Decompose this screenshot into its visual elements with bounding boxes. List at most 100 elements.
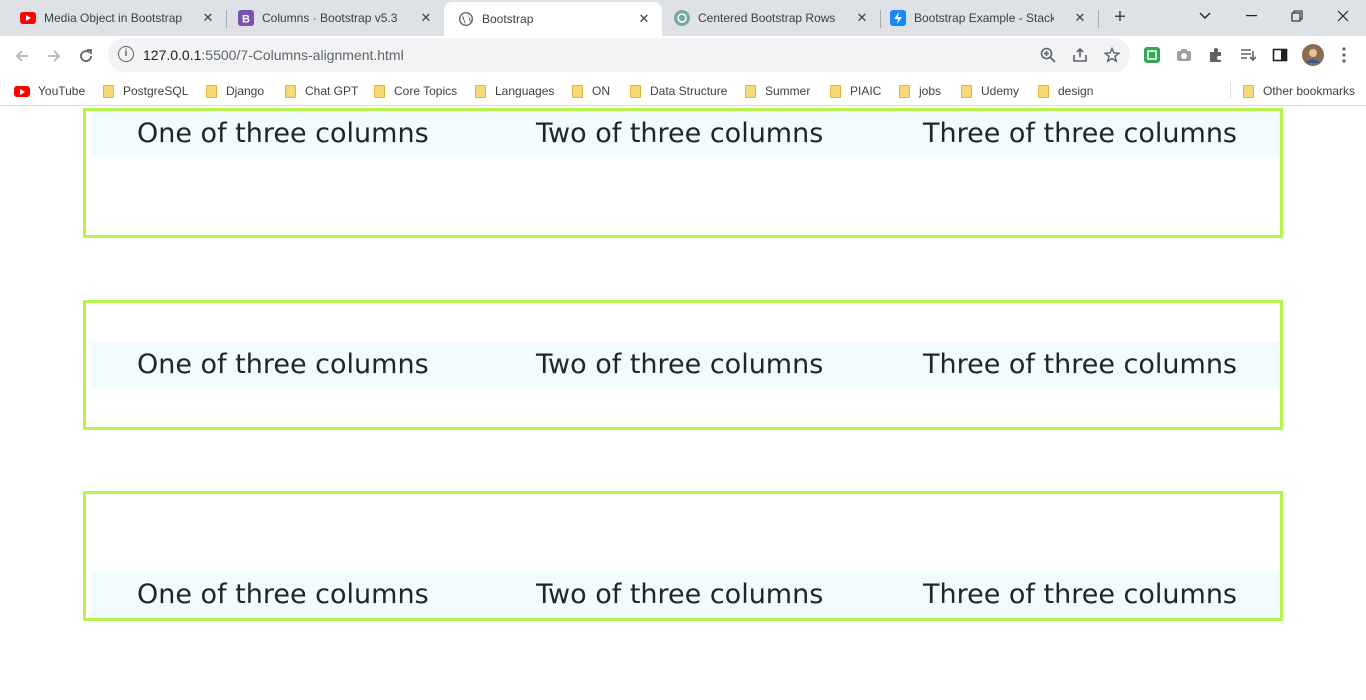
camera-icon[interactable]	[1174, 45, 1194, 65]
tab-bootstrap-columns[interactable]: B Columns · Bootstrap v5.3 ✕	[218, 0, 444, 36]
bookmark-label: Core Topics	[394, 84, 458, 98]
address-bar[interactable]: i 127.0.0.1:5500/7-Columns-alignment.htm…	[108, 38, 1130, 72]
bookmark-jobs[interactable]: jobs	[896, 82, 941, 100]
tab-media-object[interactable]: Media Object in Bootstrap (H ✕	[0, 0, 226, 36]
folder-icon	[285, 84, 296, 98]
column-one: One of three columns	[137, 349, 429, 380]
folder-icon	[206, 84, 217, 98]
column-one: One of three columns	[137, 579, 429, 610]
extensions-puzzle-icon[interactable]	[1206, 45, 1226, 65]
folder-icon	[899, 84, 910, 98]
bookmark-label: jobs	[919, 84, 942, 98]
column-two: Two of three columns	[536, 349, 824, 380]
folder-icon	[374, 84, 385, 98]
bookmark-summer[interactable]: Summer	[742, 82, 810, 100]
bookmark-other[interactable]: Other bookmarks	[1240, 82, 1355, 100]
share-icon[interactable]	[1070, 45, 1090, 65]
menu-kebab-icon[interactable]	[1334, 45, 1354, 65]
row-align-end: One of three columns Two of three column…	[92, 572, 1280, 618]
folder-icon	[1038, 84, 1049, 98]
chatgpt-icon	[674, 10, 690, 26]
tab-title: Columns · Bootstrap v5.3	[262, 11, 398, 25]
tab-title: Centered Bootstrap Rows	[698, 11, 836, 25]
youtube-icon	[20, 10, 36, 26]
profile-avatar[interactable]	[1301, 43, 1325, 67]
bookmarks-divider	[1230, 82, 1231, 98]
column-three: Three of three columns	[923, 118, 1237, 149]
bookmark-label: Languages	[495, 84, 555, 98]
minimize-window-icon[interactable]	[1228, 0, 1274, 32]
bookmark-udemy[interactable]: Udemy	[958, 82, 1019, 100]
bookmark-languages[interactable]: Languages	[472, 82, 554, 100]
folder-icon	[830, 84, 841, 98]
folder-icon	[475, 84, 486, 98]
row-align-center: One of three columns Two of three column…	[92, 342, 1280, 388]
back-arrow-icon[interactable]	[8, 42, 36, 70]
close-tab-icon[interactable]: ✕	[200, 10, 216, 26]
bookmark-label: Django	[226, 84, 265, 98]
folder-icon	[1243, 84, 1254, 98]
restore-window-icon[interactable]	[1274, 0, 1320, 32]
reload-icon[interactable]	[72, 42, 100, 70]
bootstrap-icon: B	[238, 10, 254, 26]
tab-divider	[1098, 10, 1099, 28]
bookmark-on[interactable]: ON	[569, 82, 610, 100]
zoom-icon[interactable]	[1038, 45, 1058, 65]
bookmark-piaic[interactable]: PIAIC	[827, 82, 881, 100]
container-align-start: One of three columns Two of three column…	[83, 108, 1283, 238]
tab-title: Media Object in Bootstrap (H	[44, 11, 184, 25]
container-align-end: One of three columns Two of three column…	[83, 491, 1283, 621]
svg-text:B: B	[242, 14, 250, 26]
tab-search-chevron-icon[interactable]	[1182, 0, 1228, 32]
column-two: Two of three columns	[536, 118, 824, 149]
folder-icon	[572, 84, 583, 98]
bookmark-django[interactable]: Django	[203, 82, 264, 100]
close-tab-icon[interactable]: ✕	[854, 10, 870, 26]
close-tab-icon[interactable]: ✕	[1072, 10, 1088, 26]
folder-icon	[961, 84, 972, 98]
page-viewport: One of three columns Two of three column…	[0, 107, 1366, 700]
bookmark-chat-gpt[interactable]: Chat GPT	[282, 82, 358, 100]
row-align-start: One of three columns Two of three column…	[92, 111, 1280, 157]
column-three: Three of three columns	[923, 349, 1237, 380]
tab-stackblitz[interactable]: Bootstrap Example - StackBlit ✕	[880, 0, 1098, 36]
container-align-center: One of three columns Two of three column…	[83, 300, 1283, 430]
bookmark-label: Summer	[765, 84, 811, 98]
reading-list-icon[interactable]	[1238, 45, 1258, 65]
bookmark-core-topics[interactable]: Core Topics	[371, 82, 457, 100]
bookmark-star-icon[interactable]	[1102, 45, 1122, 65]
column-two: Two of three columns	[536, 579, 824, 610]
close-window-icon[interactable]	[1320, 0, 1366, 32]
bookmark-label: Chat GPT	[305, 84, 359, 98]
tab-title: Bootstrap Example - StackBlit	[914, 11, 1054, 25]
bookmark-label: Other bookmarks	[1263, 84, 1356, 98]
bookmark-design[interactable]: design	[1035, 82, 1093, 100]
url-text[interactable]: 127.0.0.1:5500/7-Columns-alignment.html	[143, 47, 404, 63]
browser-toolbar: i 127.0.0.1:5500/7-Columns-alignment.htm…	[0, 36, 1366, 74]
bookmarks-bar: YouTube PostgreSQL Django Chat GPT Core …	[0, 74, 1366, 106]
bookmark-data-structure[interactable]: Data Structure	[627, 82, 727, 100]
forward-arrow-icon[interactable]	[40, 42, 68, 70]
url-path: :5500/7-Columns-alignment.html	[201, 47, 404, 63]
folder-icon	[745, 84, 756, 98]
tab-centered-rows[interactable]: Centered Bootstrap Rows ✕	[662, 0, 880, 36]
folder-icon	[630, 84, 641, 98]
bookmark-label: PIAIC	[850, 84, 882, 98]
extension-green-icon[interactable]	[1142, 45, 1162, 65]
column-three: Three of three columns	[923, 579, 1237, 610]
side-panel-icon[interactable]	[1270, 45, 1290, 65]
bookmark-label: ON	[592, 84, 610, 98]
tab-title: Bootstrap	[482, 12, 534, 26]
tab-bootstrap-active[interactable]: Bootstrap ✕	[444, 2, 662, 36]
close-tab-icon[interactable]: ✕	[636, 11, 652, 27]
bookmark-youtube[interactable]: YouTube	[14, 82, 85, 100]
bookmark-label: Udemy	[981, 84, 1020, 98]
new-tab-button[interactable]: +	[1110, 7, 1130, 27]
stackblitz-icon	[890, 10, 906, 26]
bookmark-postgresql[interactable]: PostgreSQL	[100, 82, 188, 100]
close-tab-icon[interactable]: ✕	[418, 10, 434, 26]
site-info-icon[interactable]: i	[118, 46, 134, 62]
tab-strip: Media Object in Bootstrap (H ✕ B Columns…	[0, 0, 1366, 36]
bookmark-label: PostgreSQL	[123, 84, 189, 98]
folder-icon	[103, 84, 114, 98]
